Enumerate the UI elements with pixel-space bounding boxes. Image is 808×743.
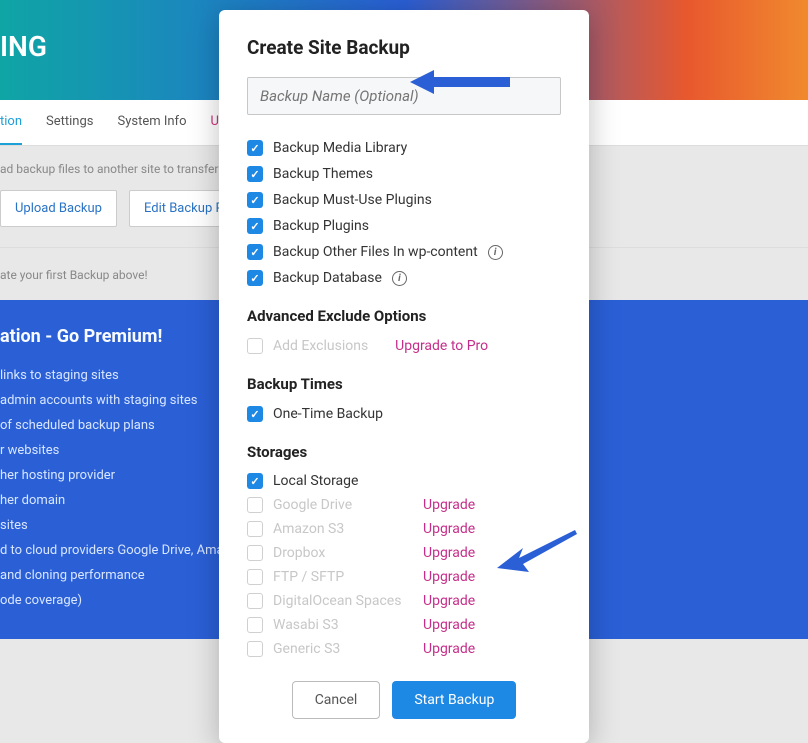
checkbox-icon[interactable] <box>247 244 263 260</box>
upgrade-link[interactable]: Upgrade <box>423 569 475 585</box>
storage-do: DigitalOcean Spaces Upgrade <box>247 589 561 613</box>
create-backup-modal: Create Site Backup Backup Media Library … <box>219 10 589 743</box>
checkbox-icon <box>247 338 263 354</box>
modal-overlay: Create Site Backup Backup Media Library … <box>0 0 808 610</box>
checkbox-icon <box>247 617 263 633</box>
opt-plugins[interactable]: Backup Plugins <box>247 213 561 239</box>
storage-s3: Amazon S3 Upgrade <box>247 517 561 541</box>
start-backup-button[interactable]: Start Backup <box>392 681 516 719</box>
storage-label: Google Drive <box>273 497 413 513</box>
storage-label: Generic S3 <box>273 641 413 657</box>
storage-dropbox: Dropbox Upgrade <box>247 541 561 565</box>
storages-heading: Storages <box>247 443 561 461</box>
opt-label: Backup Media Library <box>273 140 407 156</box>
opt-label: Backup Themes <box>273 166 373 182</box>
modal-title: Create Site Backup <box>247 36 561 59</box>
storage-label: Local Storage <box>273 473 413 489</box>
cancel-button[interactable]: Cancel <box>292 681 381 719</box>
upgrade-pro-link[interactable]: Upgrade to Pro <box>395 338 488 354</box>
storage-label: Wasabi S3 <box>273 617 413 633</box>
upgrade-link[interactable]: Upgrade <box>423 497 475 513</box>
storage-local[interactable]: Local Storage <box>247 469 561 493</box>
backup-name-input[interactable] <box>247 77 561 115</box>
upgrade-link[interactable]: Upgrade <box>423 593 475 609</box>
checkbox-icon <box>247 521 263 537</box>
opt-mu-plugins[interactable]: Backup Must-Use Plugins <box>247 187 561 213</box>
info-icon[interactable]: i <box>392 271 407 286</box>
checkbox-icon[interactable] <box>247 218 263 234</box>
upgrade-link[interactable]: Upgrade <box>423 617 475 633</box>
opt-label: One-Time Backup <box>273 406 383 422</box>
storage-label: DigitalOcean Spaces <box>273 593 413 609</box>
advanced-heading: Advanced Exclude Options <box>247 307 561 325</box>
opt-one-time[interactable]: One-Time Backup <box>247 401 561 427</box>
checkbox-icon[interactable] <box>247 270 263 286</box>
checkbox-icon[interactable] <box>247 192 263 208</box>
opt-themes[interactable]: Backup Themes <box>247 161 561 187</box>
storage-generic: Generic S3 Upgrade <box>247 637 561 661</box>
opt-add-exclusions: Add Exclusions Upgrade to Pro <box>247 333 561 359</box>
opt-database[interactable]: Backup Database i <box>247 265 561 291</box>
opt-label: Add Exclusions <box>273 338 368 354</box>
opt-media[interactable]: Backup Media Library <box>247 135 561 161</box>
storage-wasabi: Wasabi S3 Upgrade <box>247 613 561 637</box>
storage-label: Dropbox <box>273 545 413 561</box>
checkbox-icon <box>247 569 263 585</box>
opt-other-files[interactable]: Backup Other Files In wp-content i <box>247 239 561 265</box>
checkbox-icon[interactable] <box>247 473 263 489</box>
upgrade-link[interactable]: Upgrade <box>423 545 475 561</box>
checkbox-icon <box>247 545 263 561</box>
checkbox-icon <box>247 641 263 657</box>
storage-ftp: FTP / SFTP Upgrade <box>247 565 561 589</box>
storage-gdrive: Google Drive Upgrade <box>247 493 561 517</box>
opt-label: Backup Plugins <box>273 218 369 234</box>
opt-label: Backup Must-Use Plugins <box>273 192 432 208</box>
info-icon[interactable]: i <box>488 245 503 260</box>
upgrade-link[interactable]: Upgrade <box>423 521 475 537</box>
checkbox-icon[interactable] <box>247 166 263 182</box>
checkbox-icon <box>247 593 263 609</box>
opt-label: Backup Database <box>273 270 382 286</box>
opt-label: Backup Other Files In wp-content <box>273 244 478 260</box>
storage-label: FTP / SFTP <box>273 569 413 585</box>
checkbox-icon[interactable] <box>247 406 263 422</box>
checkbox-icon <box>247 497 263 513</box>
storage-label: Amazon S3 <box>273 521 413 537</box>
times-heading: Backup Times <box>247 375 561 393</box>
checkbox-icon[interactable] <box>247 140 263 156</box>
upgrade-link[interactable]: Upgrade <box>423 641 475 657</box>
